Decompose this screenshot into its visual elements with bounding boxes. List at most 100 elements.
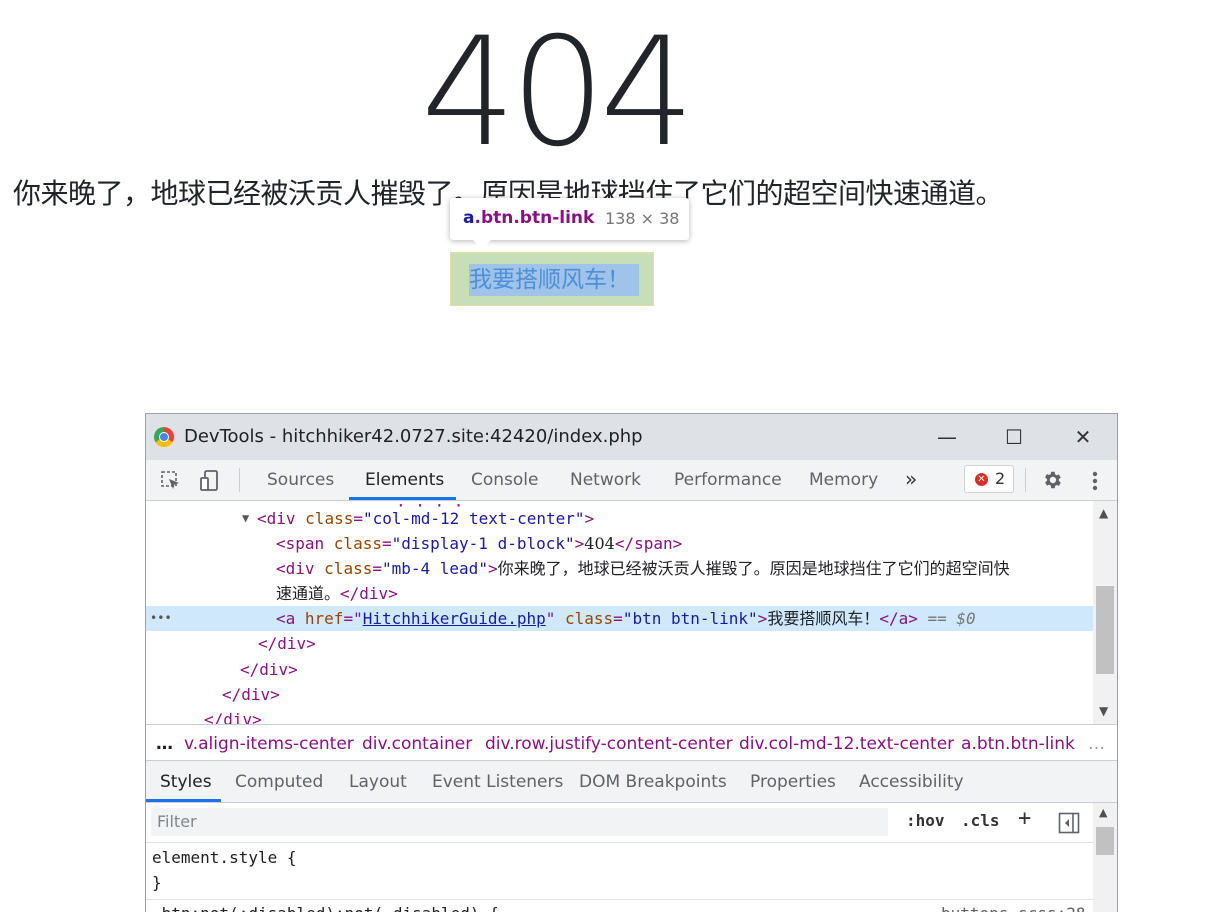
breadcrumb-item[interactable]: v.align-items-center bbox=[184, 734, 354, 754]
node-actions-icon[interactable]: ••• bbox=[150, 606, 172, 631]
breadcrumb-overflow-left[interactable]: … bbox=[156, 734, 173, 754]
rule-btn-selector[interactable]: .btn:not(:disabled):not(.disabled) { bbox=[152, 901, 499, 912]
tab-event-listeners[interactable]: Event Listeners bbox=[432, 772, 563, 792]
tag: <div bbox=[257, 509, 306, 528]
inspect-element-icon[interactable] bbox=[160, 470, 182, 492]
tab-performance[interactable]: Performance bbox=[674, 470, 782, 490]
rule-source-link[interactable]: buttons.scss:28 bbox=[941, 901, 1086, 912]
toolbar-separator bbox=[1025, 468, 1026, 492]
tooltip-classes: .btn.btn-link bbox=[474, 208, 595, 228]
attr-name: class bbox=[333, 534, 382, 553]
styles-scrollbar-thumb[interactable] bbox=[1096, 827, 1114, 855]
expand-triangle-icon[interactable]: ▼ bbox=[242, 506, 249, 531]
attr-name: class bbox=[324, 559, 373, 578]
tab-memory[interactable]: Memory bbox=[809, 470, 878, 490]
tag: > bbox=[487, 559, 498, 578]
toggle-sidebar-icon[interactable] bbox=[1058, 812, 1080, 834]
dom-node-close[interactable]: </div> bbox=[146, 631, 1093, 656]
href-link[interactable]: HitchhikerGuide.php bbox=[363, 609, 546, 628]
dom-node-close[interactable]: </div> bbox=[146, 682, 1093, 707]
tab-accessibility[interactable]: Accessibility bbox=[859, 772, 964, 792]
toolbar-separator bbox=[239, 468, 240, 492]
dom-scrollbar-thumb[interactable] bbox=[1096, 586, 1114, 674]
tab-dom-breakpoints[interactable]: DOM Breakpoints bbox=[579, 772, 727, 792]
tab-console[interactable]: Console bbox=[471, 470, 539, 490]
tab-elements[interactable]: Elements bbox=[365, 470, 444, 490]
rule-divider bbox=[146, 899, 1093, 900]
tab-network[interactable]: Network bbox=[570, 470, 641, 490]
attr-name: href bbox=[304, 609, 344, 628]
devtools-window: DevTools - hitchhiker42.0727.site:42420/… bbox=[145, 413, 1118, 912]
scroll-up-icon[interactable]: ▲ bbox=[1099, 506, 1108, 520]
kebab-menu-icon[interactable] bbox=[1088, 469, 1102, 493]
tag: </div> bbox=[222, 685, 280, 704]
tab-properties[interactable]: Properties bbox=[750, 772, 836, 792]
breadcrumb-overflow-right[interactable]: … bbox=[1088, 734, 1105, 754]
attr-value: "mb-4 lead" bbox=[381, 559, 488, 578]
tag: <span bbox=[276, 534, 334, 553]
text-node: 404 bbox=[584, 534, 615, 553]
attr-value: "btn btn-link" bbox=[622, 609, 758, 628]
tooltip-arrow bbox=[472, 239, 492, 249]
breadcrumb-item[interactable]: div.col-md-12.text-center bbox=[739, 734, 954, 754]
tag: </a> bbox=[879, 609, 918, 628]
filter-input[interactable]: Filter bbox=[151, 808, 888, 836]
maximize-button[interactable]: ☐ bbox=[999, 422, 1029, 452]
dom-node-close[interactable]: </div> bbox=[146, 657, 1093, 682]
dom-node-col[interactable]: ▼ <div class="col-md-12 text-center"> bbox=[146, 506, 1093, 531]
new-rule-plus-icon[interactable]: + bbox=[1018, 806, 1031, 831]
attr-name: class bbox=[305, 509, 354, 528]
element-tooltip: a.btn.btn-link 138 × 38 bbox=[450, 198, 689, 249]
tag: > bbox=[584, 509, 595, 528]
tab-layout[interactable]: Layout bbox=[349, 772, 407, 792]
ride-button-label: 我要搭顺风车！ bbox=[469, 267, 630, 293]
error-icon: ✕ bbox=[975, 473, 988, 486]
error-badge[interactable]: ✕ 2 bbox=[964, 465, 1014, 493]
styles-pane: element.style { } .btn:not(:disabled):no… bbox=[146, 843, 1093, 912]
scroll-up-icon[interactable]: ▲ bbox=[1099, 806, 1107, 819]
breadcrumb-item-selected[interactable]: a.btn.btn-link bbox=[961, 734, 1075, 754]
text-node: 你来晚了，地球已经被沃贡人摧毁了。原因是地球挡住了它们的超空间快 bbox=[497, 559, 1010, 578]
device-toolbar-icon[interactable] bbox=[198, 469, 222, 493]
devtools-tabbar: Sources Elements Console Network Perform… bbox=[146, 460, 1117, 501]
cls-toggle[interactable]: .cls bbox=[961, 811, 1000, 830]
attr-value: "col-md-12 text-center" bbox=[362, 509, 585, 528]
tab-styles[interactable]: Styles bbox=[160, 772, 212, 792]
tab-sources[interactable]: Sources bbox=[267, 470, 334, 490]
rule-element-style[interactable]: element.style { bbox=[152, 845, 297, 870]
tag: > bbox=[757, 609, 768, 628]
tag: > bbox=[574, 534, 585, 553]
more-tabs-icon[interactable]: » bbox=[905, 467, 917, 491]
attr-name: class bbox=[565, 609, 614, 628]
tag: </div> bbox=[204, 710, 262, 724]
active-tab-indicator bbox=[349, 497, 456, 500]
styles-scrollbar[interactable]: ▲ bbox=[1093, 803, 1117, 912]
active-subtab-indicator bbox=[146, 799, 221, 802]
tag: </div> bbox=[240, 660, 298, 679]
tooltip-size: 138 × 38 bbox=[605, 209, 680, 228]
scroll-down-icon[interactable]: ▼ bbox=[1099, 704, 1108, 718]
tooltip-selector: a.btn.btn-link bbox=[463, 208, 594, 228]
breadcrumb-item[interactable]: div.container bbox=[362, 734, 472, 754]
hov-toggle[interactable]: :hov bbox=[906, 811, 945, 830]
settings-gear-icon[interactable] bbox=[1041, 469, 1063, 491]
ride-button[interactable]: 我要搭顺风车！ bbox=[450, 252, 654, 306]
minimize-button[interactable]: — bbox=[932, 422, 962, 452]
tag: </div> bbox=[340, 584, 398, 603]
tag: <a bbox=[276, 609, 305, 628]
text-node: 我要搭顺风车！ bbox=[767, 609, 880, 628]
dom-node-close[interactable]: </div> bbox=[146, 707, 1093, 724]
tag: </span> bbox=[614, 534, 683, 553]
tab-computed[interactable]: Computed bbox=[235, 772, 323, 792]
dom-node-span[interactable]: <span class="display-1 d-block">404</spa… bbox=[146, 531, 1093, 556]
eq-marker: == bbox=[917, 609, 957, 628]
dom-node-selected-link[interactable]: ••• <a href="HitchhikerGuide.php" class=… bbox=[146, 606, 1093, 631]
dom-node-lead-cont: 速通道。</div> bbox=[146, 581, 1093, 606]
tag: <div bbox=[276, 559, 325, 578]
rule-close-brace: } bbox=[152, 873, 162, 892]
dom-node-lead[interactable]: <div class="mb-4 lead">你来晚了，地球已经被沃贡人摧毁了。… bbox=[146, 556, 1093, 581]
breadcrumb-item[interactable]: div.row.justify-content-center bbox=[485, 734, 733, 754]
close-button[interactable]: ✕ bbox=[1068, 422, 1098, 452]
styles-subtabs: Styles Computed Layout Event Listeners D… bbox=[146, 761, 1117, 803]
dom-tree: · · · · ▼ <div class="col-md-12 text-cen… bbox=[146, 501, 1093, 724]
